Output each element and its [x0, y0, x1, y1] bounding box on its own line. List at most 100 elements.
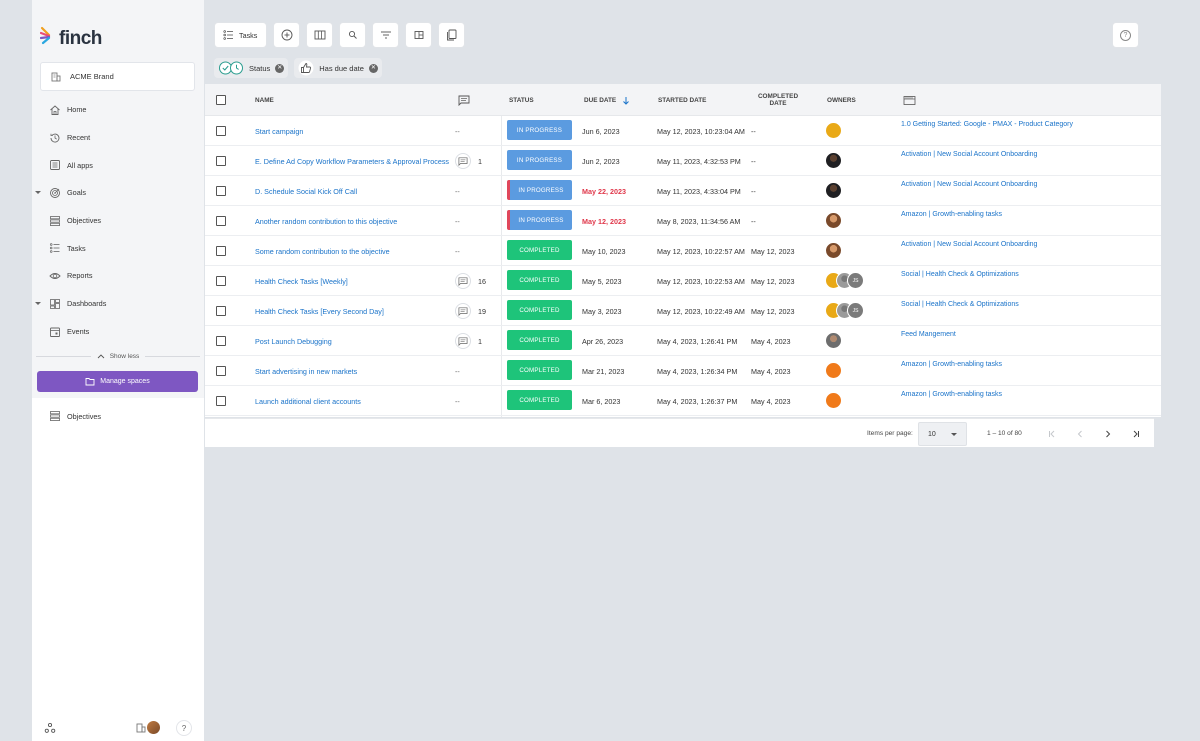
task-name-link[interactable]: E. Define Ad Copy Workflow Parameters & … — [255, 157, 449, 166]
row-checkbox[interactable] — [216, 276, 226, 286]
help-button[interactable]: ? — [176, 720, 192, 736]
table-row[interactable]: Some random contribution to the objectiv… — [205, 236, 1161, 266]
comment-indicator[interactable]: 16 — [455, 273, 486, 289]
table-row[interactable]: Health Check Tasks [Weekly] 16 COMPLETED… — [205, 266, 1161, 296]
space-item-objectives[interactable]: Objectives — [32, 405, 204, 427]
table-row[interactable]: Launch additional client accounts -- COM… — [205, 386, 1161, 416]
owner-avatar[interactable] — [825, 362, 842, 379]
column-header-status[interactable]: STATUS — [509, 84, 534, 116]
sidebar-item-tasks[interactable]: Tasks — [32, 234, 204, 262]
row-checkbox[interactable] — [216, 216, 226, 226]
brand-logo[interactable]: finch — [40, 26, 102, 48]
sidebar-item-reports[interactable]: Reports — [32, 262, 204, 290]
sidebar-item-goals[interactable]: Goals — [32, 179, 204, 207]
table-row[interactable]: Start campaign -- IN PROGRESS Jun 6, 202… — [205, 116, 1161, 146]
row-checkbox[interactable] — [216, 246, 226, 256]
column-header-name[interactable]: NAME — [255, 84, 274, 116]
project-link[interactable]: 1.0 Getting Started: Google - PMAX - Pro… — [901, 121, 1073, 128]
column-header-project[interactable] — [903, 84, 916, 116]
project-link[interactable]: Amazon | Growth-enabling tasks — [901, 361, 1002, 368]
status-badge[interactable]: COMPLETED — [507, 390, 572, 410]
status-badge[interactable]: COMPLETED — [507, 240, 572, 260]
row-checkbox[interactable] — [216, 396, 226, 406]
project-link[interactable]: Activation | New Social Account Onboardi… — [901, 151, 1037, 158]
row-checkbox[interactable] — [216, 336, 226, 346]
filter-button[interactable] — [372, 22, 399, 48]
status-badge[interactable]: IN PROGRESS — [507, 120, 572, 140]
workspace-selector[interactable]: ACME Brand — [40, 62, 195, 91]
owner-avatar[interactable] — [825, 212, 842, 229]
page-help-button[interactable]: ? — [1112, 22, 1139, 48]
project-link[interactable]: Activation | New Social Account Onboardi… — [901, 241, 1037, 248]
task-name-link[interactable]: Some random contribution to the objectiv… — [255, 247, 390, 256]
owner-avatar[interactable] — [825, 152, 842, 169]
view-switcher-button[interactable]: Tasks — [214, 22, 267, 48]
column-header-completed-date[interactable]: COMPLETED DATE — [753, 84, 803, 116]
status-badge[interactable]: IN PROGRESS — [507, 180, 572, 200]
table-row[interactable]: E. Define Ad Copy Workflow Parameters & … — [205, 146, 1161, 176]
remove-filter-icon[interactable]: ✕ — [275, 63, 285, 73]
status-badge[interactable]: IN PROGRESS — [507, 150, 572, 170]
task-name-link[interactable]: Post Launch Debugging — [255, 337, 332, 346]
task-name-link[interactable]: Another random contribution to this obje… — [255, 217, 397, 226]
integrations-icon[interactable] — [44, 722, 56, 734]
user-menu[interactable] — [136, 720, 161, 735]
next-page-button[interactable] — [1101, 427, 1115, 441]
sidebar-item-all-apps[interactable]: All apps — [32, 151, 204, 179]
show-less-toggle[interactable]: Show less — [36, 350, 200, 362]
select-all-checkbox[interactable] — [216, 95, 226, 105]
sidebar-item-events[interactable]: Events — [32, 318, 204, 346]
sidebar-item-objectives[interactable]: Objectives — [32, 207, 204, 235]
layout-button[interactable] — [405, 22, 432, 48]
table-row[interactable]: D. Schedule Social Kick Off Call -- IN P… — [205, 176, 1161, 206]
previous-page-button[interactable] — [1073, 427, 1087, 441]
filter-chip-status[interactable]: Status ✕ — [214, 58, 289, 78]
owner-avatar[interactable] — [825, 332, 842, 349]
manage-spaces-button[interactable]: Manage spaces — [37, 371, 198, 392]
owner-avatar[interactable] — [825, 122, 842, 139]
owner-avatar[interactable]: JS — [847, 302, 864, 319]
owner-avatar[interactable] — [825, 392, 842, 409]
collapse-caret-icon[interactable] — [35, 301, 41, 305]
column-header-started-date[interactable]: STARTED DATE — [658, 84, 706, 116]
first-page-button[interactable] — [1045, 427, 1059, 441]
table-row[interactable]: Start advertising in new markets -- COMP… — [205, 356, 1161, 386]
row-checkbox[interactable] — [216, 126, 226, 136]
search-button[interactable] — [339, 22, 366, 48]
owner-avatar[interactable] — [825, 242, 842, 259]
task-name-link[interactable]: Health Check Tasks [Weekly] — [255, 277, 348, 286]
comment-indicator[interactable]: 1 — [455, 333, 482, 349]
row-checkbox[interactable] — [216, 186, 226, 196]
column-header-due-date[interactable]: DUE DATE — [584, 84, 630, 116]
task-name-link[interactable]: Start campaign — [255, 127, 303, 136]
comment-indicator[interactable]: 1 — [455, 153, 482, 169]
collapse-caret-icon[interactable] — [35, 191, 41, 195]
task-name-link[interactable]: Health Check Tasks [Every Second Day] — [255, 307, 384, 316]
columns-button[interactable] — [306, 22, 333, 48]
owner-avatar[interactable]: JS — [847, 272, 864, 289]
sidebar-item-dashboards[interactable]: Dashboards — [32, 290, 204, 318]
row-checkbox[interactable] — [216, 306, 226, 316]
table-row[interactable]: Post Launch Debugging 1 COMPLETED Apr 26… — [205, 326, 1161, 356]
status-badge[interactable]: COMPLETED — [507, 300, 572, 320]
project-link[interactable]: Amazon | Growth-enabling tasks — [901, 211, 1002, 218]
project-link[interactable]: Amazon | Growth-enabling tasks — [901, 391, 1002, 398]
add-button[interactable] — [273, 22, 300, 48]
status-badge[interactable]: COMPLETED — [507, 360, 572, 380]
row-checkbox[interactable] — [216, 156, 226, 166]
owner-avatar[interactable] — [825, 182, 842, 199]
last-page-button[interactable] — [1129, 427, 1143, 441]
status-badge[interactable]: COMPLETED — [507, 270, 572, 290]
task-name-link[interactable]: D. Schedule Social Kick Off Call — [255, 187, 357, 196]
items-per-page-select[interactable]: 10 — [918, 422, 967, 446]
filter-chip-has-due-date[interactable]: Has due date ✕ — [294, 58, 382, 78]
task-name-link[interactable]: Launch additional client accounts — [255, 397, 361, 406]
row-checkbox[interactable] — [216, 366, 226, 376]
copy-button[interactable] — [438, 22, 465, 48]
column-header-owners[interactable]: OWNERS — [827, 84, 856, 116]
project-link[interactable]: Activation | New Social Account Onboardi… — [901, 181, 1037, 188]
sidebar-item-home[interactable]: Home — [32, 96, 204, 124]
status-badge[interactable]: IN PROGRESS — [507, 210, 572, 230]
comment-indicator[interactable]: 19 — [455, 303, 486, 319]
project-link[interactable]: Social | Health Check & Optimizations — [901, 271, 1019, 278]
